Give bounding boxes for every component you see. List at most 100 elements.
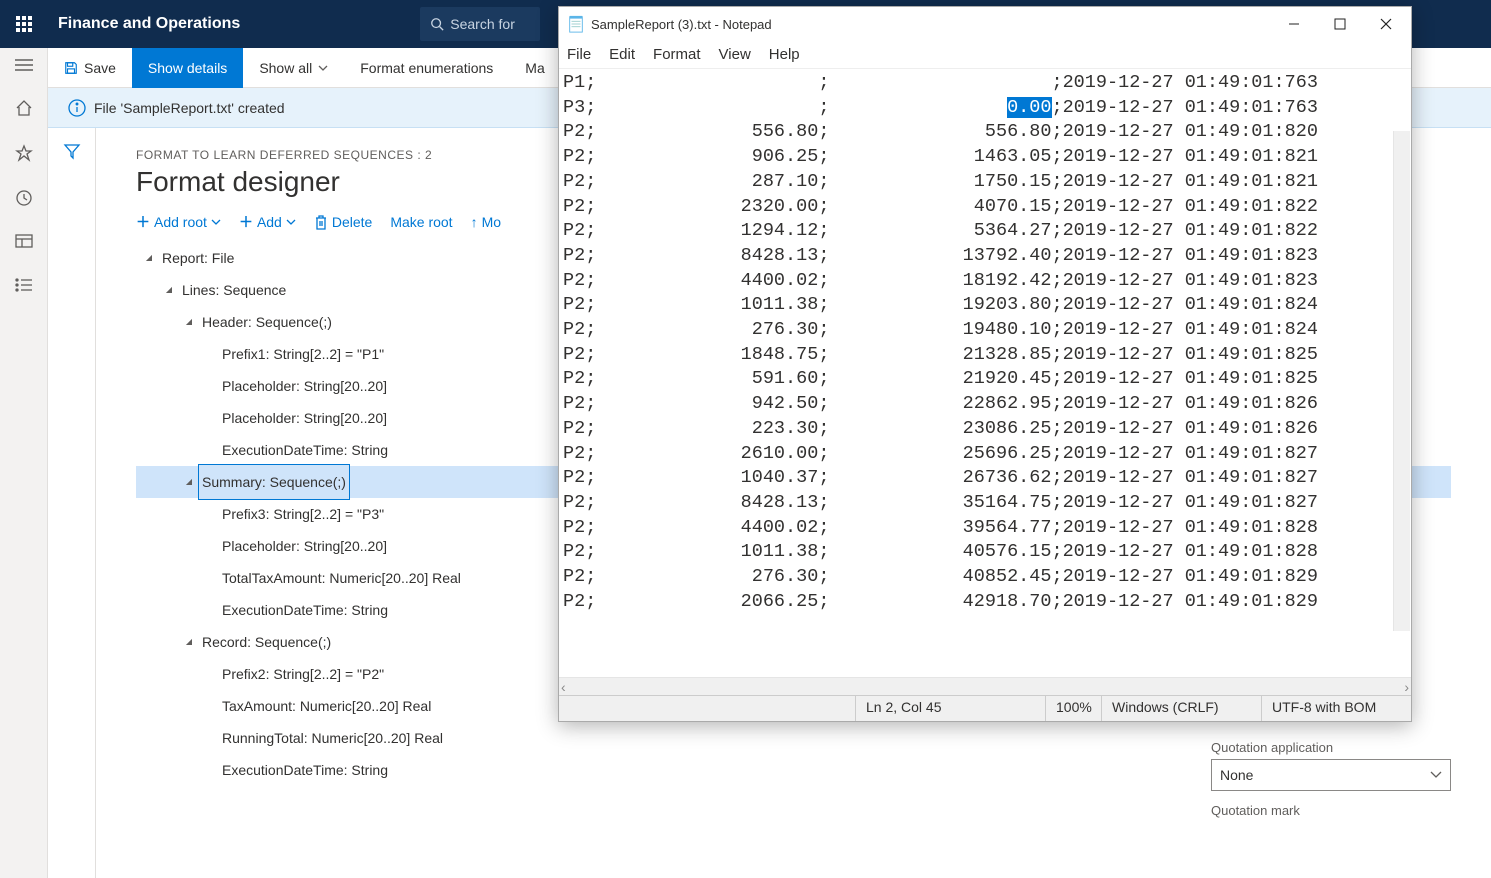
make-root-button[interactable]: Make root xyxy=(390,214,452,230)
window-controls xyxy=(1271,9,1409,39)
caret-down-icon[interactable]: ◢ xyxy=(182,626,196,658)
tree-node-label: Summary: Sequence(;) xyxy=(198,464,350,500)
show-details-button[interactable]: Show details xyxy=(132,48,243,88)
maximize-button[interactable] xyxy=(1317,9,1363,39)
more-label: Ma xyxy=(525,60,544,76)
text-line: P2; 223.30; 23086.25;2019-12-27 01:49:01… xyxy=(563,417,1407,442)
tree-node-label: Placeholder: String[20..20] xyxy=(218,402,391,434)
save-label: Save xyxy=(84,60,116,76)
text-line: P2; 942.50; 22862.95;2019-12-27 01:49:01… xyxy=(563,392,1407,417)
tree-node-label: ExecutionDateTime: String xyxy=(218,754,392,786)
tree-node-label: Placeholder: String[20..20] xyxy=(218,370,391,402)
notepad-icon xyxy=(567,15,585,33)
minimize-button[interactable] xyxy=(1271,9,1317,39)
text-line: P2; 2066.25; 42918.70;2019-12-27 01:49:0… xyxy=(563,590,1407,615)
tree-node-label: Prefix1: String[2..2] = "P1" xyxy=(218,338,388,370)
text-line: P2; 1294.12; 5364.27;2019-12-27 01:49:01… xyxy=(563,219,1407,244)
trash-icon xyxy=(314,214,328,230)
caret-down-icon[interactable]: ◢ xyxy=(142,242,156,274)
more-button[interactable]: Ma xyxy=(509,48,560,88)
highlighted-text: 0.00 xyxy=(1007,97,1051,118)
search-icon xyxy=(430,17,444,31)
notepad-titlebar[interactable]: SampleReport (3).txt - Notepad xyxy=(559,7,1411,41)
move-button[interactable]: ↑ Mo xyxy=(471,214,501,230)
app-title: Finance and Operations xyxy=(58,15,240,33)
app-launcher-icon[interactable] xyxy=(0,0,48,48)
text-line: P2; 276.30; 40852.45;2019-12-27 01:49:01… xyxy=(563,565,1407,590)
scroll-right-icon[interactable]: › xyxy=(1404,679,1409,695)
tree-node-label: Report: File xyxy=(158,242,238,274)
menu-help[interactable]: Help xyxy=(769,46,800,63)
add-label: Add xyxy=(257,214,282,230)
text-line: P2; 2610.00; 25696.25;2019-12-27 01:49:0… xyxy=(563,442,1407,467)
text-line: P2; 4400.02; 39564.77;2019-12-27 01:49:0… xyxy=(563,516,1407,541)
text-line: P2; 906.25; 1463.05;2019-12-27 01:49:01:… xyxy=(563,145,1407,170)
save-button[interactable]: Save xyxy=(48,48,132,88)
format-enum-label: Format enumerations xyxy=(360,60,493,76)
clock-icon[interactable] xyxy=(15,189,33,210)
menu-view[interactable]: View xyxy=(719,46,751,63)
quotation-app-dropdown[interactable]: None xyxy=(1211,759,1451,791)
hamburger-icon[interactable] xyxy=(15,58,33,75)
search-placeholder: Search for xyxy=(450,16,515,32)
add-root-button[interactable]: ＋ Add root xyxy=(136,212,221,232)
caret-down-icon[interactable]: ◢ xyxy=(182,466,196,498)
format-enum-button[interactable]: Format enumerations xyxy=(344,48,509,88)
star-icon[interactable] xyxy=(15,144,33,165)
text-line: P3; ; 0.00;2019-12-27 01:49:01:763 xyxy=(563,96,1407,121)
text-line: P2; 8428.13; 35164.75;2019-12-27 01:49:0… xyxy=(563,491,1407,516)
tree-node-label: Placeholder: String[20..20] xyxy=(218,530,391,562)
text-line: P2; 2320.00; 4070.15;2019-12-27 01:49:01… xyxy=(563,195,1407,220)
tree-node-label: Lines: Sequence xyxy=(178,274,290,306)
status-eol: Windows (CRLF) xyxy=(1101,696,1261,721)
tree-node-label: RunningTotal: Numeric[20..20] Real xyxy=(218,722,447,754)
notepad-title: SampleReport (3).txt - Notepad xyxy=(591,17,1271,32)
scrollbar-horizontal[interactable]: ‹ › xyxy=(559,677,1411,695)
text-line: P1; ; ;2019-12-27 01:49:01:763 xyxy=(563,71,1407,96)
status-pos: Ln 2, Col 45 xyxy=(855,696,1045,721)
tree-node-label: Prefix2: String[2..2] = "P2" xyxy=(218,658,388,690)
plus-icon: ＋ xyxy=(136,212,150,232)
text-line: P2; 287.10; 1750.15;2019-12-27 01:49:01:… xyxy=(563,170,1407,195)
text-line: P2; 1848.75; 21328.85;2019-12-27 01:49:0… xyxy=(563,343,1407,368)
add-root-label: Add root xyxy=(154,214,207,230)
funnel-icon[interactable] xyxy=(63,142,81,878)
filter-strip xyxy=(48,128,96,878)
show-all-button[interactable]: Show all xyxy=(243,48,344,88)
status-enc: UTF-8 with BOM xyxy=(1261,696,1411,721)
text-line: P2; 591.60; 21920.45;2019-12-27 01:49:01… xyxy=(563,367,1407,392)
chevron-down-icon xyxy=(211,219,221,225)
delete-button[interactable]: Delete xyxy=(314,214,372,230)
search-box[interactable]: Search for xyxy=(420,7,540,41)
add-button[interactable]: ＋ Add xyxy=(239,212,296,232)
properties-panel: Quotation application None Quotation mar… xyxy=(1211,728,1461,822)
menu-format[interactable]: Format xyxy=(653,46,701,63)
quotation-app-value: None xyxy=(1220,767,1253,783)
workspace-icon[interactable] xyxy=(15,234,33,253)
notepad-content[interactable]: P1; ; ;2019-12-27 01:49:01:763P3; ; 0.00… xyxy=(559,69,1411,616)
menu-file[interactable]: File xyxy=(567,46,591,63)
menu-edit[interactable]: Edit xyxy=(609,46,635,63)
text-line: P2; 276.30; 19480.10;2019-12-27 01:49:01… xyxy=(563,318,1407,343)
tree-node-label: ExecutionDateTime: String xyxy=(218,434,392,466)
tree-node-label: TotalTaxAmount: Numeric[20..20] Real xyxy=(218,562,465,594)
home-icon[interactable] xyxy=(15,99,33,120)
text-line: P2; 8428.13; 13792.40;2019-12-27 01:49:0… xyxy=(563,244,1407,269)
text-line: P2; 1011.38; 19203.80;2019-12-27 01:49:0… xyxy=(563,293,1407,318)
plus-icon: ＋ xyxy=(239,212,253,232)
tree-node-label: Record: Sequence(;) xyxy=(198,626,335,658)
close-button[interactable] xyxy=(1363,9,1409,39)
text-line: P2; 4400.02; 18192.42;2019-12-27 01:49:0… xyxy=(563,269,1407,294)
notepad-window[interactable]: SampleReport (3).txt - Notepad File Edit F… xyxy=(558,6,1412,722)
list-icon[interactable] xyxy=(15,277,33,296)
quotation-mark-label: Quotation mark xyxy=(1211,803,1461,818)
caret-down-icon[interactable]: ◢ xyxy=(182,306,196,338)
make-root-label: Make root xyxy=(390,214,452,230)
caret-down-icon[interactable]: ◢ xyxy=(162,274,176,306)
quotation-app-label: Quotation application xyxy=(1211,740,1461,755)
text-line: P2; 1011.38; 40576.15;2019-12-27 01:49:0… xyxy=(563,540,1407,565)
notepad-statusbar: Ln 2, Col 45 100% Windows (CRLF) UTF-8 w… xyxy=(559,695,1411,721)
scrollbar-vertical[interactable] xyxy=(1393,131,1410,631)
scroll-left-icon[interactable]: ‹ xyxy=(561,679,566,695)
arrow-up-icon: ↑ xyxy=(471,214,478,230)
